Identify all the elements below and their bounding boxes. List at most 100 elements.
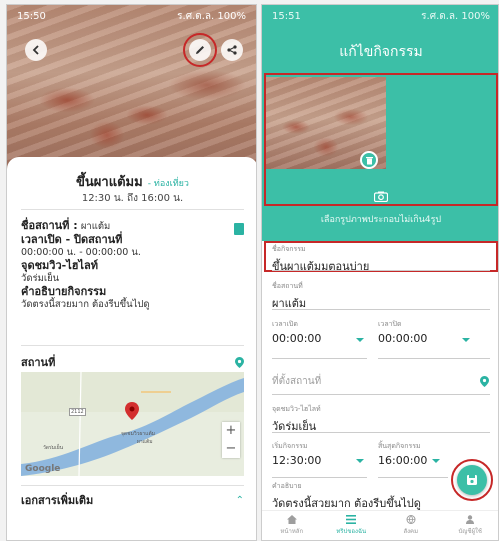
divider [21,345,244,346]
divider [21,485,244,486]
viewpoint-label: จุดชมวิว-ไฮไลท์ [272,405,321,413]
activity-name-value: ขึ้นผาแต้มมตอนบ่าย [272,260,370,273]
field-underline [272,432,490,433]
chevron-up-icon: ⌃ [235,494,244,506]
map-label-phataem: ผาแต้ม [137,439,153,445]
globe-icon [406,515,416,524]
nav-account-label: บัญชีผู้ใช้ [458,528,482,535]
close-time-label: เวลาปิด [378,320,402,328]
map-marker-icon [125,402,139,420]
field-underline [378,358,490,359]
map-attribution: Google [25,464,61,474]
nav-my-trips[interactable]: ทริปของฉัน [322,511,382,540]
home-icon [286,515,297,524]
map-zoom-controls: + − [222,422,240,458]
place-value: ผาแต้ม [80,221,111,232]
detail-card: ขึ้นผาแต้มม - ท่องเที่ยว 12:30 น. ถึง 16… [7,157,256,540]
place-label: ชื่อสถานที่ : [21,219,78,232]
location-field[interactable]: ที่ตั้งสถานที่ [272,374,321,389]
start-time-value: 12:30:00 [272,454,322,467]
zoom-in-button[interactable]: + [226,422,237,440]
end-time-field[interactable]: สิ้นสุดกิจกรรม 16:00:00 [378,441,427,467]
screenshot-root: 15:50 ร.ศ.ด.ล. 100% ขึ้นผาแต้มม - ท่องเท… [0,0,499,541]
viewpoint-label: จุดชมวิว-ไฮไลท์ [21,259,98,272]
field-underline [272,270,490,271]
nav-home-label: หน้าหลัก [280,528,304,535]
map-label-viewpoint: จุดชมวิวผาแต้ม [121,431,155,437]
time-range: 12:30 น. ถึง 16:00 น. [81,193,184,204]
title-row: ขึ้นผาแต้มม - ท่องเที่ยว [7,171,256,192]
place-name-label: ชื่อสถานที่ [272,282,303,290]
map-route-marker: 2112 [69,408,86,416]
map-pin-icon[interactable] [480,376,489,387]
more-docs-label: เอกสารเพิ่มเติม [21,494,94,507]
status-right: ร.ศ.ด.ล. 100% [421,10,490,22]
location-row: สถานที่ [21,353,244,371]
photo-hint: เลือกรูปภาพประกอบไม่เกิน4รูป [320,215,442,225]
location-placeholder: ที่ตั้งสถานที่ [272,376,322,387]
start-time-label: เริ่มกิจกรรม [272,442,308,450]
close-time-value: 00:00:00 [378,332,428,345]
status-time: 15:51 [272,10,301,22]
photo-highlight-box [264,73,498,206]
status-bar: 15:50 ร.ศ.ด.ล. 100% [7,5,256,27]
info-block: ชื่อสถานที่ : ผาแต้ม เวลาเปิด - ปิดสถานท… [21,219,245,311]
description-field[interactable]: คำอธิบาย วัดตรงนี้สวยมาก ต้องรีบขึ้นไปดู [272,481,452,512]
status-bar: 15:51 ร.ศ.ด.ล. 100% [262,5,498,27]
edit-activity-screen: 15:51 ร.ศ.ด.ล. 100% แก้ไขกิจกรรม เลือกรู… [261,4,499,541]
list-icon [346,515,357,524]
location-label: สถานที่ [21,356,56,369]
back-button[interactable] [25,39,47,61]
status-time: 15:50 [17,10,46,22]
field-underline [272,477,367,478]
place-name-field[interactable]: ชื่อสถานที่ ผาแต้ม [272,281,306,312]
field-underline [272,358,367,359]
person-icon [466,515,475,524]
divider [21,209,244,210]
bottom-nav: หน้าหลัก ทริปของฉัน สังคม บัญชีผู้ใช้ [262,510,499,540]
nav-home[interactable]: หน้าหลัก [262,511,322,540]
open-time-label: เวลาเปิด [272,320,298,328]
chevron-left-icon [32,45,39,55]
nav-social-label: สังคม [403,528,419,535]
hero-photo [7,5,256,175]
start-time-dropdown-icon[interactable] [356,459,364,463]
save-button[interactable] [457,465,487,495]
field-underline [378,477,448,478]
description-label: คำอธิบาย [272,482,302,490]
status-right: ร.ศ.ด.ล. 100% [177,10,246,22]
nav-account[interactable]: บัญชีผู้ใช้ [441,511,499,540]
location-map[interactable]: จุดชมวิวผาแต้ม ผาแต้ม วัดร่มเย็น 2112 + … [21,372,244,476]
end-time-value: 16:00:00 [378,454,428,467]
edit-highlight-ring [183,33,217,67]
open-time-field[interactable]: เวลาเปิด 00:00:00 [272,319,321,345]
save-icon [467,475,477,485]
end-time-dropdown-icon[interactable] [432,459,440,463]
close-time-field[interactable]: เวลาปิด 00:00:00 [378,319,427,345]
share-button[interactable] [221,39,243,61]
viewpoint-field[interactable]: จุดชมวิว-ไฮไลท์ วัดร่มเย็น [272,404,321,435]
field-underline [272,309,490,310]
category-tag: - ท่องเที่ยว [147,179,189,189]
viewpoint-value: วัดร่มเย็น [21,273,60,284]
activity-name-label: ชื่อกิจกรรม [272,245,306,253]
close-time-dropdown-icon[interactable] [462,338,470,342]
activity-title: ขึ้นผาแต้มม [76,175,143,190]
hours-label: เวลาเปิด - ปิดสถานที่ [21,233,123,246]
more-docs-row[interactable]: เอกสารเพิ่มเติม ⌃ [21,491,244,509]
nav-my-trips-label: ทริปของฉัน [336,528,367,535]
description-value: วัดตรงนี้สวยมาก ต้องรีบขึ้นไปดู [21,299,150,310]
share-icon [227,45,237,55]
start-time-field[interactable]: เริ่มกิจกรรม 12:30:00 [272,441,321,467]
open-time-dropdown-icon[interactable] [356,338,364,342]
zoom-out-button[interactable]: − [226,440,237,458]
map-label-temple: วัดร่มเย็น [43,445,64,451]
field-underline [272,394,490,395]
hours-value: 00:00:00 น. - 00:00:00 น. [21,247,141,258]
page-title: แก้ไขกิจกรรม [339,44,423,60]
map-river [21,372,244,476]
activity-detail-screen: 15:50 ร.ศ.ด.ล. 100% ขึ้นผาแต้มม - ท่องเท… [6,4,257,541]
open-time-value: 00:00:00 [272,332,322,345]
map-pin-icon [235,356,244,368]
nav-social[interactable]: สังคม [381,511,441,540]
